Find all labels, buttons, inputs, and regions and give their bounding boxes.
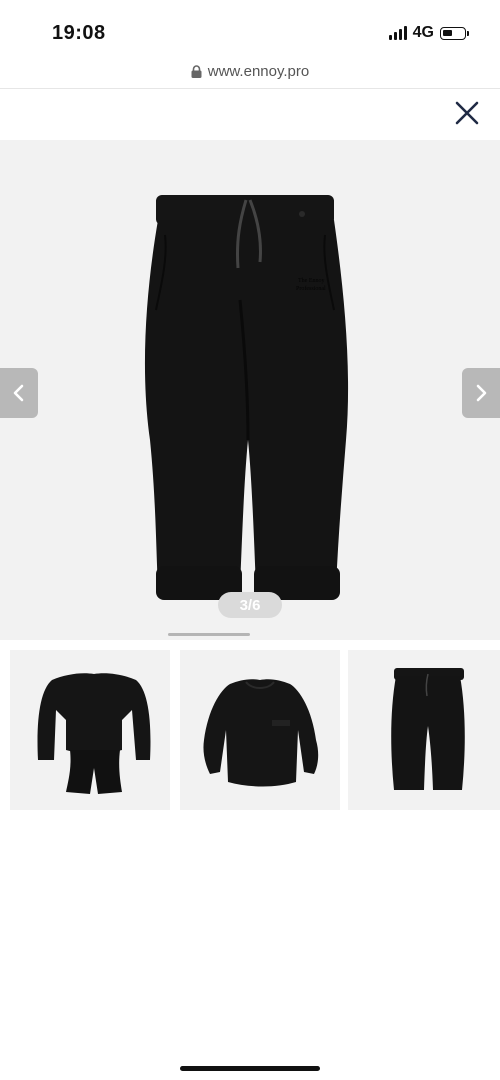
prev-image-button[interactable] (0, 368, 38, 418)
chevron-left-icon (13, 384, 24, 402)
image-counter: 3/6 (218, 592, 282, 618)
header-divider (0, 88, 500, 89)
thumbnail-3[interactable] (348, 650, 500, 810)
status-bar: 19:08 4G (0, 0, 500, 58)
url-bar[interactable]: www.ennoy.pro (0, 58, 500, 84)
status-indicators: 4G (388, 24, 469, 42)
print-line-2: Professional (296, 285, 326, 292)
status-time: 19:08 (52, 22, 106, 44)
thumbnail-2[interactable] (180, 650, 340, 810)
thumbnail-image-sweatpants (391, 668, 465, 790)
image-gallery[interactable]: The Ennoy Professional 3/6 (0, 140, 500, 640)
close-button[interactable] (452, 98, 482, 128)
signal-icon (388, 26, 407, 40)
chevron-right-icon (476, 384, 487, 402)
product-image-sweatpants: The Ennoy Professional (144, 195, 349, 600)
close-icon (455, 101, 479, 125)
gallery-scroll-indicator (168, 633, 250, 636)
battery-icon (440, 26, 469, 40)
thumbnail-strip (0, 650, 500, 810)
lock-icon (191, 64, 202, 78)
thumbnail-1[interactable] (10, 650, 170, 810)
thumbnail-image-set (37, 673, 151, 794)
home-indicator (180, 1066, 320, 1071)
next-image-button[interactable] (462, 368, 500, 418)
url-text: www.ennoy.pro (207, 62, 310, 80)
network-type: 4G (412, 24, 434, 41)
thumbnail-image-sweatshirt (203, 679, 319, 787)
print-line-1: The Ennoy (298, 278, 325, 284)
